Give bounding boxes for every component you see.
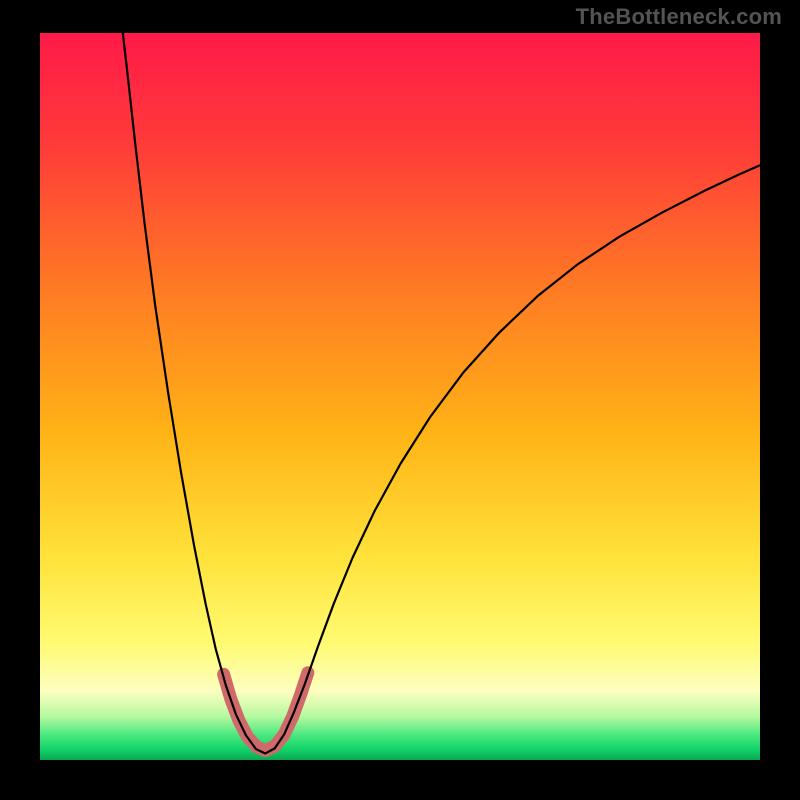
gradient-background <box>40 33 760 760</box>
chart-stage: TheBottleneck.com <box>0 0 800 800</box>
plot-frame <box>40 33 760 760</box>
watermark-text: TheBottleneck.com <box>576 4 782 30</box>
plot-svg <box>40 33 760 760</box>
